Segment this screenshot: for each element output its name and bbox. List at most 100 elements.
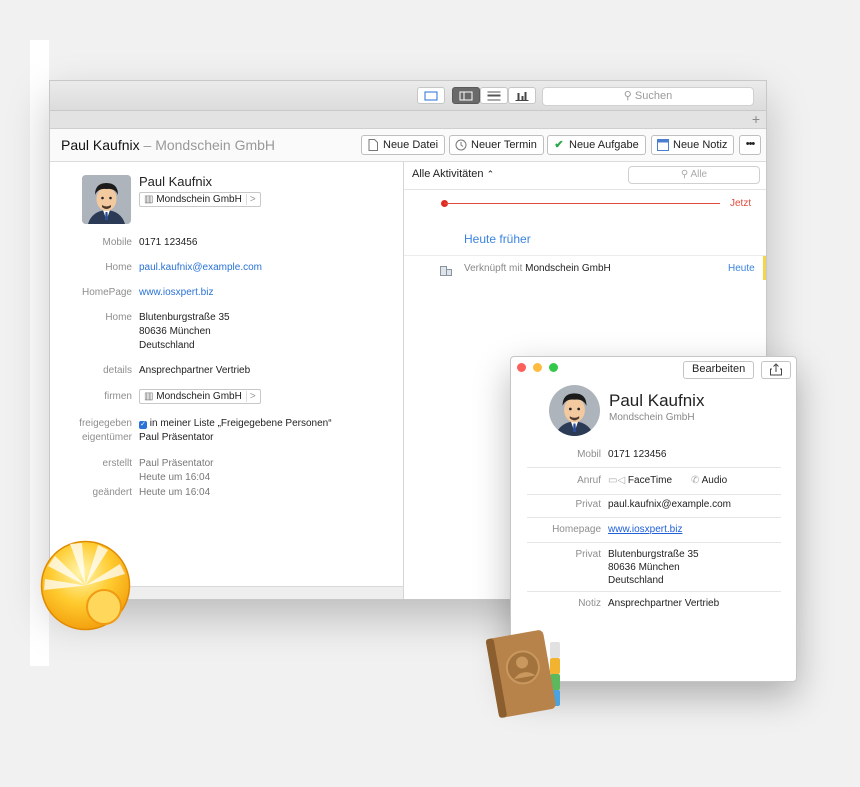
clock-icon xyxy=(455,139,467,151)
share-button[interactable] xyxy=(761,361,791,379)
address-value[interactable]: Blutenburgstraße 35 80636 München Deutsc… xyxy=(139,311,230,353)
email-link[interactable]: paul.kaufnix@example.com xyxy=(139,261,262,275)
now-label: Jetzt xyxy=(730,198,752,209)
homepage-link[interactable]: www.iosxpert.biz xyxy=(139,286,213,300)
more-button[interactable]: ••• xyxy=(739,135,761,155)
new-file-button[interactable]: Neue Datei xyxy=(361,135,446,155)
view-chart-button[interactable] xyxy=(508,87,536,104)
card-homepage-link[interactable]: www.iosxpert.biz xyxy=(608,523,682,536)
card-row-email[interactable]: Privat paul.kaufnix@example.com xyxy=(527,495,781,518)
contact-details-pane: Paul Kaufnix ▥ Mondschein GmbH > Mobile 0… xyxy=(50,162,403,599)
building-icon: ▥ xyxy=(144,391,154,402)
contact-heading: Paul Kaufnix xyxy=(139,174,212,189)
more-icon: ••• xyxy=(745,138,756,150)
firmen-chip[interactable]: ▥ Mondschein GmbH > xyxy=(139,389,261,404)
address-label: Home xyxy=(105,312,132,323)
chip-arrow-icon: > xyxy=(245,194,256,205)
new-note-button[interactable]: Neue Notiz xyxy=(651,135,735,155)
modified-label: geändert xyxy=(92,487,132,498)
document-icon xyxy=(367,139,379,151)
company-chip-label: Mondschein GmbH xyxy=(156,194,242,205)
created-by: Paul Präsentator xyxy=(139,458,214,469)
page-title: Paul Kaufnix – Mondschein GmbH xyxy=(61,137,275,153)
edit-button[interactable]: Bearbeiten xyxy=(683,361,755,379)
created-time: Heute um 16:04 xyxy=(139,472,211,483)
section-heading: Heute früher xyxy=(464,232,531,246)
card-address-line-1: Blutenburgstraße 35 xyxy=(608,549,699,560)
card-homepage-label: Homepage xyxy=(552,524,601,535)
activity-company: Mondschein GmbH xyxy=(525,263,611,274)
card-note-label: Notiz xyxy=(578,598,601,609)
facetime-button[interactable]: ▭◁ FaceTime xyxy=(608,474,672,487)
card-company: Mondschein GmbH xyxy=(609,412,695,423)
close-button[interactable] xyxy=(517,363,526,372)
mobile-label: Mobile xyxy=(102,237,132,248)
card-row-homepage[interactable]: Homepage www.iosxpert.biz xyxy=(527,518,781,543)
new-task-label: Neue Aufgabe xyxy=(569,139,639,151)
owner-label: eigentümer xyxy=(81,432,132,443)
zoom-button[interactable] xyxy=(549,363,558,372)
mobile-value[interactable]: 0171 123456 xyxy=(139,236,197,250)
now-marker-line xyxy=(444,203,720,204)
video-camera-icon: ▭◁ xyxy=(608,475,626,486)
activity-row[interactable]: Verknüpft mit Mondschein GmbH Heute xyxy=(404,255,766,280)
contacts-app-icon xyxy=(485,630,560,718)
new-appointment-label: Neuer Termin xyxy=(471,139,537,151)
activity-search-placeholder: Alle xyxy=(690,169,708,180)
card-avatar xyxy=(549,385,600,436)
chip-arrow-icon: > xyxy=(245,391,256,402)
address-line-1: Blutenburgstraße 35 xyxy=(139,312,230,323)
share-icon xyxy=(770,363,782,376)
search-input[interactable]: ⚲ Suchen xyxy=(542,87,754,106)
card-address-label: Privat xyxy=(575,549,601,560)
add-tab-button[interactable]: + xyxy=(752,111,760,128)
activity-search-input[interactable]: ⚲ Alle xyxy=(628,166,760,184)
card-row-mobile[interactable]: Mobil 0171 123456 xyxy=(527,445,781,468)
email-label: Home xyxy=(105,262,132,273)
contact-name: Paul Kaufnix xyxy=(61,137,140,153)
details-value: Ansprechpartner Vertrieb xyxy=(139,365,251,376)
modified-value: Heute um 16:04 xyxy=(139,487,211,498)
divider xyxy=(404,189,766,190)
firmen-label: firmen xyxy=(104,391,132,402)
search-icon: ⚲ xyxy=(623,90,632,102)
building-icon xyxy=(440,263,452,276)
activity-text: Verknüpft mit Mondschein GmbH xyxy=(464,263,611,274)
view-columns-button[interactable] xyxy=(452,87,480,104)
address-line-2: 80636 München xyxy=(139,326,211,337)
activity-prefix: Verknüpft mit xyxy=(464,263,523,274)
card-email-value: paul.kaufnix@example.com xyxy=(608,499,731,510)
list-icon xyxy=(487,91,501,100)
title-dash: – xyxy=(143,137,152,153)
shared-value[interactable]: ✓ in meiner Liste „Freigegebene Personen… xyxy=(139,417,332,431)
tab-bar: + xyxy=(50,111,766,129)
card-row-call: Anruf ▭◁ FaceTime ✆ Audio xyxy=(527,468,781,495)
new-task-button[interactable]: ✔ Neue Aufgabe xyxy=(547,135,646,155)
card-call-label: Anruf xyxy=(577,475,601,486)
activity-filter[interactable]: Alle Aktivitäten ⌃ xyxy=(412,168,494,180)
view-list-button[interactable] xyxy=(480,87,508,104)
card-address-value: Blutenburgstraße 35 80636 München Deutsc… xyxy=(608,548,699,587)
phone-icon: ✆ xyxy=(691,475,700,486)
building-icon: ▥ xyxy=(144,194,154,205)
homepage-label: HomePage xyxy=(81,287,132,298)
toolbar: ⚲ Suchen xyxy=(50,81,766,111)
audio-button[interactable]: ✆ Audio xyxy=(691,474,727,487)
card-address-line-2: 80636 München xyxy=(608,562,680,573)
columns-icon xyxy=(459,91,473,100)
sidebar-toggle-button[interactable] xyxy=(417,87,445,104)
selection-highlight xyxy=(763,256,766,280)
address-line-3: Deutschland xyxy=(139,340,195,351)
card-mobile-label: Mobil xyxy=(577,449,601,460)
checkbox-checked-icon[interactable]: ✓ xyxy=(139,421,147,429)
new-appointment-button[interactable]: Neuer Termin xyxy=(449,135,544,155)
minimize-button[interactable] xyxy=(533,363,542,372)
card-row-address[interactable]: Privat Blutenburgstraße 35 80636 München… xyxy=(527,543,781,592)
details-label: details xyxy=(103,365,132,376)
company-chip[interactable]: ▥ Mondschein GmbH > xyxy=(139,192,261,207)
audio-label: Audio xyxy=(701,475,728,486)
card-email-label: Privat xyxy=(575,499,601,510)
card-address-line-3: Deutschland xyxy=(608,575,664,586)
app-logo-icon xyxy=(40,540,131,631)
new-note-label: Neue Notiz xyxy=(673,139,728,151)
